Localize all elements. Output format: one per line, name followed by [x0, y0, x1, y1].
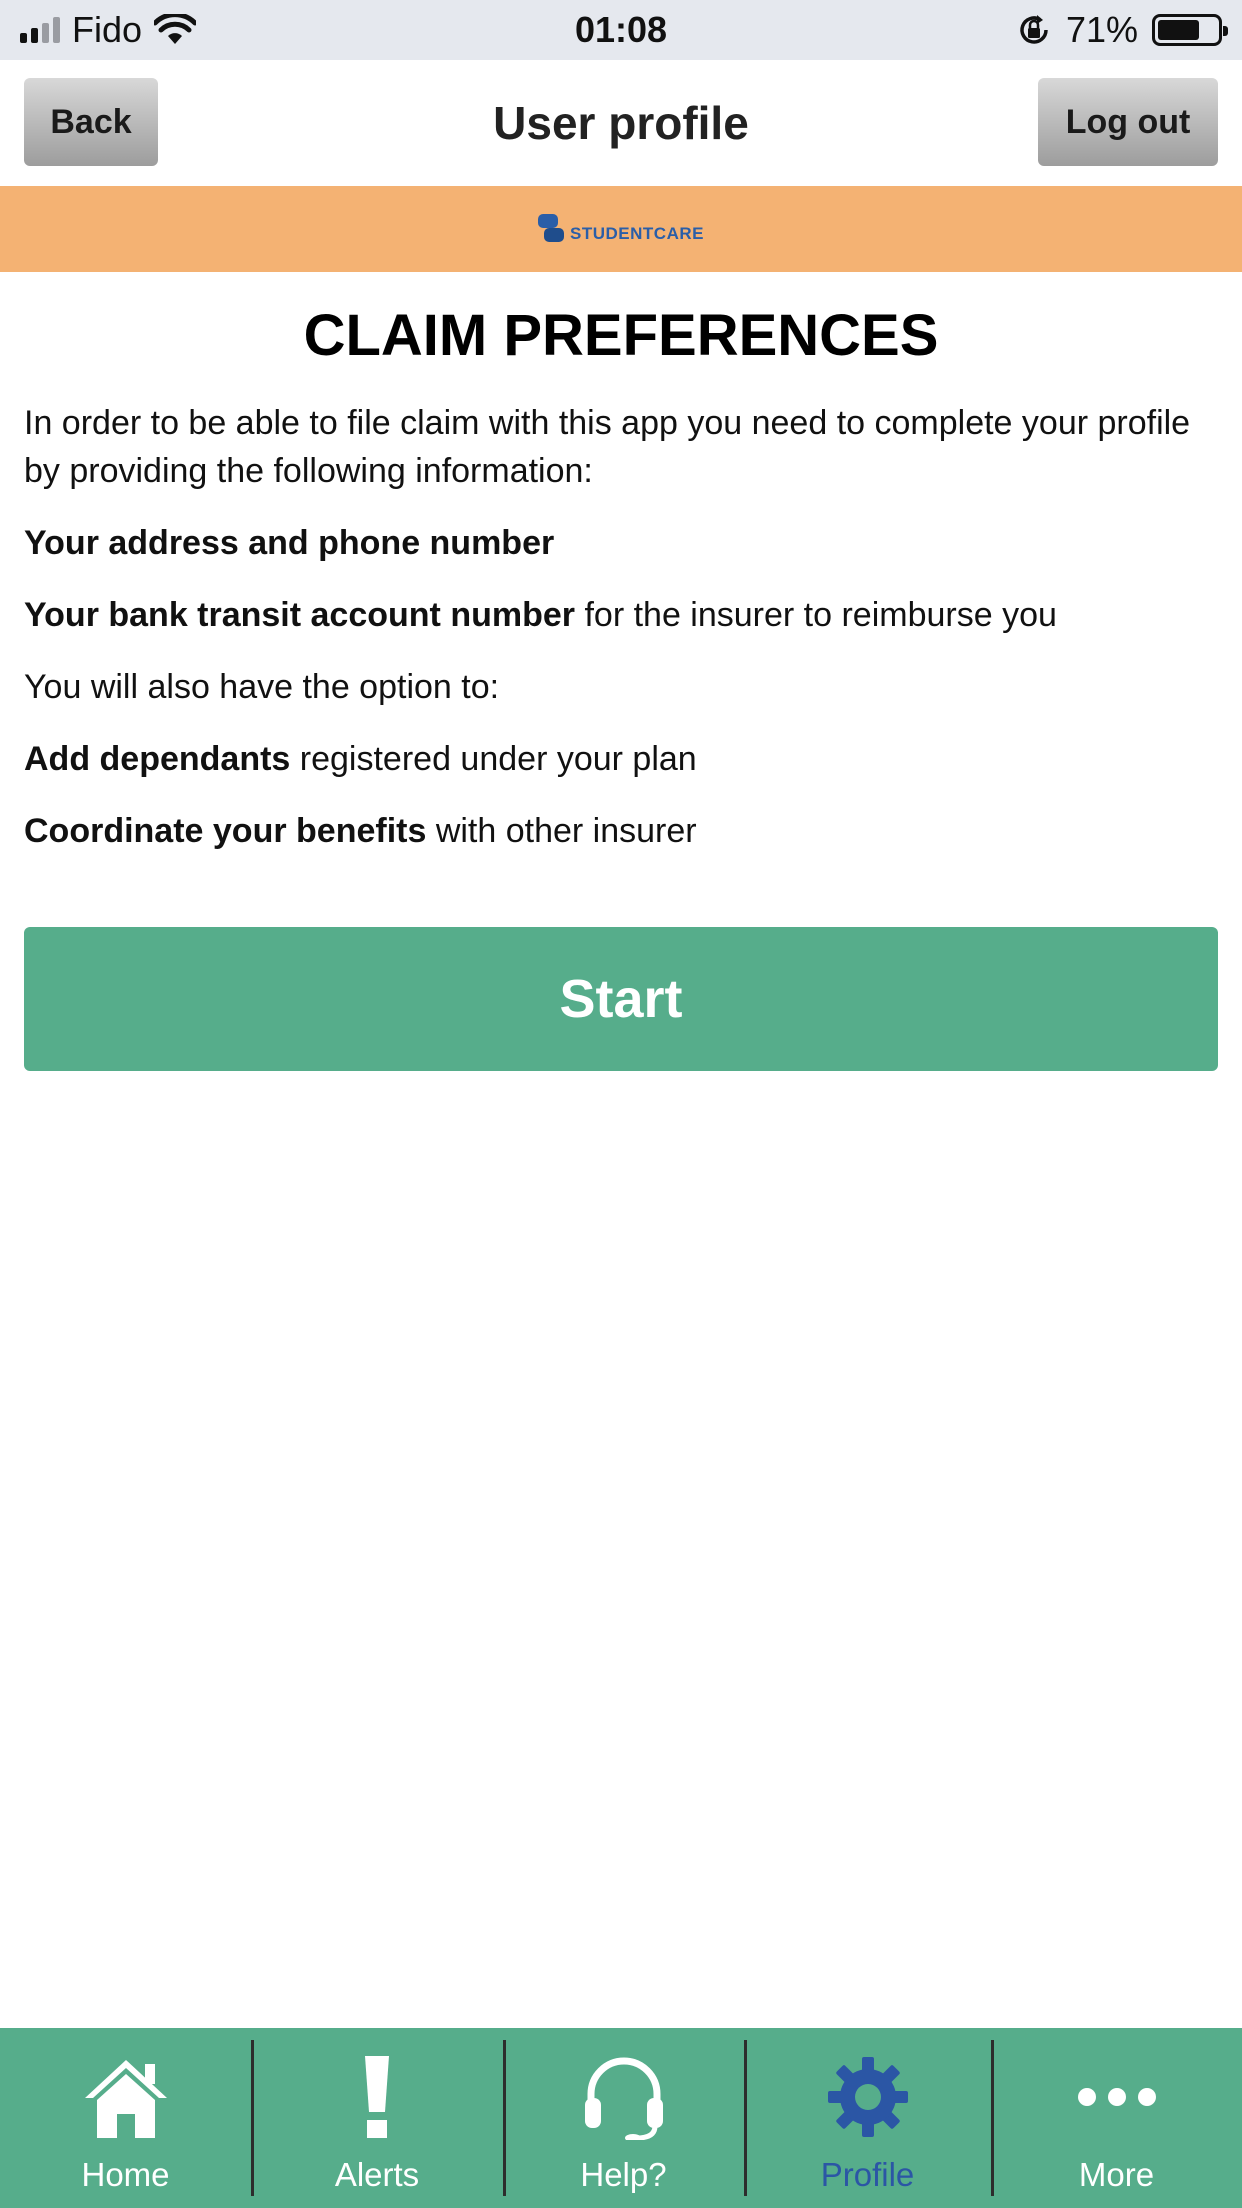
- carrier-name: Fido: [72, 9, 143, 50]
- option-intro: You will also have the option to:: [24, 668, 500, 706]
- option-dependants-rest: registered under your plan: [290, 740, 697, 778]
- screen: Fido 01:08 71% Back User profile Log out…: [0, 0, 1242, 2208]
- option-coordinate-rest: with other insurer: [426, 812, 697, 850]
- logo-mark-icon: [538, 214, 566, 244]
- nav-bar: Back User profile Log out: [0, 60, 1242, 186]
- main-content: CLAIM PREFERENCES In order to be able to…: [24, 272, 1218, 879]
- brand-banner: STUDENTCARE: [0, 186, 1242, 272]
- tab-more-label: More: [1078, 2156, 1155, 2193]
- section-heading: CLAIM PREFERENCES: [303, 303, 939, 368]
- status-right: 71%: [1016, 9, 1228, 51]
- requirement-bank-rest: for the insurer to reimburse you: [575, 596, 1057, 634]
- requirement-bank-bold: Your bank transit account number: [24, 596, 576, 634]
- tab-profile[interactable]: Profile: [744, 2028, 991, 2208]
- tab-bar: Home Alerts Help? Profile More: [0, 2028, 1242, 2208]
- tab-help-label: Help?: [580, 2156, 667, 2193]
- requirement-address: Your address and phone number: [24, 519, 1218, 567]
- start-button[interactable]: Start: [24, 927, 1218, 1071]
- option-coordinate: Coordinate your benefits with other insu…: [24, 807, 1218, 855]
- tab-home-label: Home: [81, 2156, 170, 2193]
- option-dependants: Add dependants registered under your pla…: [24, 735, 1218, 783]
- status-left: Fido: [20, 9, 197, 51]
- tab-home[interactable]: Home: [0, 2028, 251, 2208]
- tab-alerts-label: Alerts: [334, 2156, 420, 2193]
- intro-text: In order to be able to file claim with t…: [24, 404, 1191, 490]
- logout-button[interactable]: Log out: [1038, 78, 1218, 166]
- rotation-lock-icon: [1020, 15, 1048, 44]
- headset-icon: [579, 2052, 669, 2142]
- tab-more[interactable]: More: [991, 2028, 1242, 2208]
- option-dependants-bold: Add dependants: [24, 740, 291, 778]
- home-icon: [81, 2052, 171, 2142]
- option-coordinate-bold: Coordinate your benefits: [24, 812, 427, 850]
- wifi-icon: [154, 14, 197, 44]
- logo-text: STUDENTCARE: [570, 224, 704, 243]
- tab-alerts[interactable]: Alerts: [251, 2028, 503, 2208]
- tab-help[interactable]: Help?: [503, 2028, 744, 2208]
- signal-icon: [20, 17, 60, 43]
- battery-icon: [1152, 14, 1228, 46]
- battery-percent: 71%: [1065, 9, 1138, 50]
- ellipsis-icon: [1075, 2052, 1159, 2142]
- studentcare-logo: STUDENTCARE: [538, 214, 704, 244]
- exclamation-icon: [357, 2052, 397, 2142]
- battery-fill: [1158, 20, 1200, 40]
- status-bar: Fido 01:08 71%: [0, 0, 1242, 60]
- requirement-bank: Your bank transit account number for the…: [24, 591, 1218, 639]
- requirement-address-bold: Your address and phone number: [24, 524, 555, 562]
- tab-profile-label: Profile: [820, 2156, 915, 2193]
- gear-icon: [826, 2052, 910, 2142]
